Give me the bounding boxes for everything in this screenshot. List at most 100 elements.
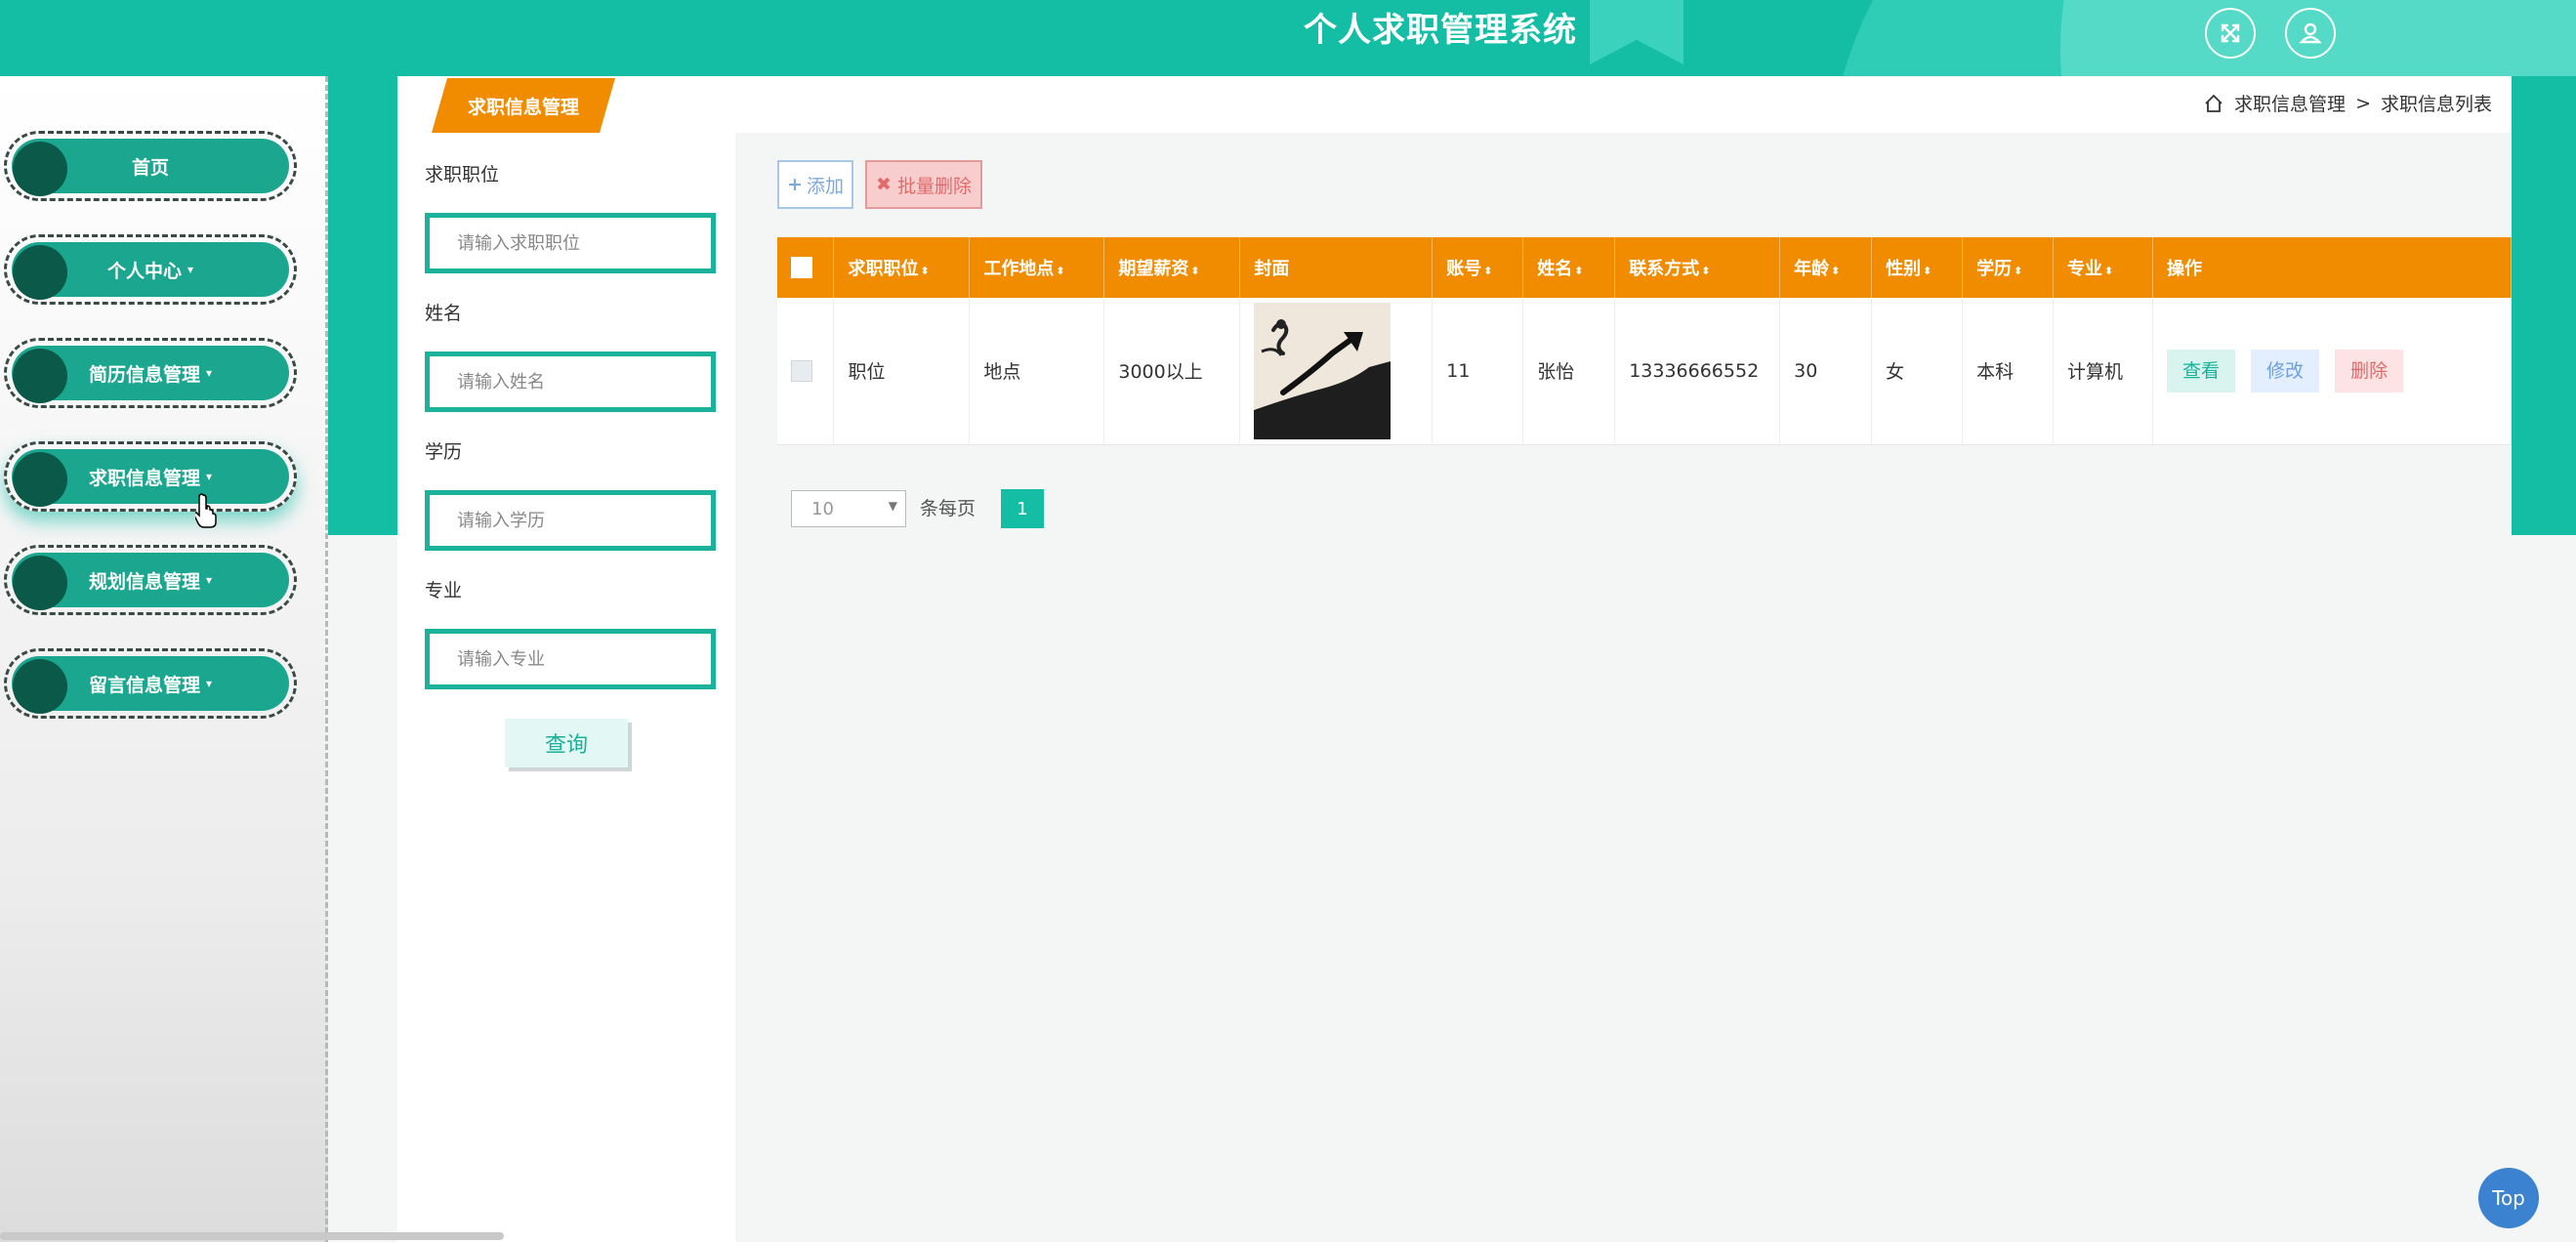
- col-salary[interactable]: 期望薪资 ⬍: [1103, 237, 1241, 298]
- sort-icon[interactable]: ⬍: [920, 265, 929, 277]
- caret-down-icon: ▾: [205, 677, 213, 690]
- cell-major: 计算机: [2053, 298, 2153, 445]
- cell-age: 30: [1779, 298, 1873, 445]
- fullscreen-icon: [2221, 23, 2240, 43]
- cell-gender: 女: [1871, 298, 1964, 445]
- select-all-header[interactable]: [777, 237, 835, 298]
- per-page-label: 条每页: [920, 498, 976, 519]
- sort-icon[interactable]: ⬍: [1574, 265, 1583, 277]
- hand-cursor-icon: [195, 493, 217, 528]
- sort-icon[interactable]: ⬍: [2014, 265, 2022, 277]
- name-input[interactable]: [425, 352, 716, 412]
- edit-button[interactable]: 修改: [2251, 349, 2320, 393]
- add-label: 添加: [806, 175, 844, 197]
- menu-dot: [13, 142, 67, 196]
- sidebar-item-personal-center[interactable]: 个人中心 ▾: [4, 234, 297, 305]
- sidebar-item-messages[interactable]: 留言信息管理 ▾: [4, 648, 297, 719]
- user-button[interactable]: [2285, 8, 2336, 59]
- education-input[interactable]: [425, 490, 716, 551]
- sort-icon[interactable]: ⬍: [1923, 265, 1932, 277]
- col-location[interactable]: 工作地点 ⬍: [969, 237, 1105, 298]
- table-row: 职位 地点 3000以上 11 张怡 13336666552 30 女 本科 计…: [777, 298, 2513, 445]
- major-input[interactable]: [425, 629, 716, 689]
- cell-phone: 13336666552: [1614, 298, 1781, 445]
- select-all-checkbox[interactable]: [791, 257, 812, 278]
- sort-icon[interactable]: ⬍: [1831, 265, 1840, 277]
- cell-position: 职位: [833, 298, 971, 445]
- sort-icon[interactable]: ⬍: [1483, 265, 1492, 277]
- sidebar-item-resume[interactable]: 简历信息管理 ▾: [4, 338, 297, 408]
- cell-account: 11: [1432, 298, 1524, 445]
- row-checkbox[interactable]: [791, 360, 812, 382]
- horizontal-scrollbar[interactable]: [0, 1232, 504, 1240]
- sidebar-item-job-seeking[interactable]: 求职信息管理 ▾: [4, 441, 297, 512]
- sort-icon[interactable]: ⬍: [1190, 265, 1199, 277]
- breadcrumb-current: 求职信息列表: [2380, 94, 2492, 115]
- fullscreen-button[interactable]: [2205, 8, 2256, 59]
- top-header: 个人求职管理系统: [0, 0, 2576, 76]
- sidebar-item-label: 个人中心: [106, 260, 182, 282]
- cell-actions: 查看 修改 删除: [2152, 298, 2513, 445]
- col-position[interactable]: 求职职位 ⬍: [833, 237, 971, 298]
- job-table: 求职职位 ⬍ 工作地点 ⬍ 期望薪资 ⬍ 封面 账号 ⬍ 姓名 ⬍ 联系方式 ⬍ 年龄 ⬍ 性…: [777, 237, 2513, 445]
- sidebar-item-label: 简历信息管理: [88, 363, 200, 386]
- cell-education: 本科: [1962, 298, 2055, 445]
- col-age[interactable]: 年龄 ⬍: [1779, 237, 1873, 298]
- page-size-select[interactable]: 10 ▼: [791, 490, 906, 527]
- breadcrumb-separator: >: [2355, 92, 2371, 114]
- position-input[interactable]: [425, 213, 716, 273]
- batch-delete-label: 批量删除: [896, 175, 972, 197]
- query-button[interactable]: 查询: [505, 719, 628, 767]
- col-actions: 操作: [2152, 237, 2513, 298]
- sort-icon[interactable]: ⬍: [1056, 265, 1064, 277]
- sidebar-item-label: 规划信息管理: [88, 570, 200, 593]
- col-major[interactable]: 专业 ⬍: [2053, 237, 2153, 298]
- batch-delete-button[interactable]: ✖ 批量删除: [865, 160, 982, 209]
- chevron-down-icon: ▼: [888, 499, 897, 513]
- menu-dot: [13, 556, 67, 610]
- col-account[interactable]: 账号 ⬍: [1432, 237, 1524, 298]
- major-label: 专业: [425, 580, 463, 601]
- sidebar-item-label: 首页: [131, 156, 169, 179]
- breadcrumb-root[interactable]: 求职信息管理: [2234, 90, 2346, 116]
- position-label: 求职职位: [425, 164, 500, 186]
- back-to-top-button[interactable]: Top: [2478, 1168, 2539, 1228]
- row-checkbox-cell[interactable]: [777, 298, 835, 445]
- menu-dot: [13, 349, 67, 403]
- breadcrumb: 求职信息管理 > 求职信息列表: [2203, 90, 2492, 116]
- cell-salary: 3000以上: [1103, 298, 1241, 445]
- home-icon[interactable]: [2203, 93, 2224, 114]
- page-tab: 求职信息管理: [432, 78, 615, 133]
- col-education[interactable]: 学历 ⬍: [1962, 237, 2055, 298]
- sort-icon[interactable]: ⬍: [2104, 265, 2113, 277]
- plus-icon: +: [787, 174, 803, 195]
- cell-cover: [1239, 298, 1433, 445]
- close-icon: ✖: [876, 174, 892, 195]
- menu-dot: [13, 245, 67, 300]
- cell-name: 张怡: [1522, 298, 1616, 445]
- col-cover: 封面: [1239, 237, 1433, 298]
- sort-icon[interactable]: ⬍: [1701, 265, 1710, 277]
- view-button[interactable]: 查看: [2166, 349, 2235, 393]
- menu-dot: [13, 659, 67, 714]
- col-gender[interactable]: 性别 ⬍: [1871, 237, 1964, 298]
- page-number-button[interactable]: 1: [1001, 489, 1044, 528]
- caret-down-icon: ▾: [187, 263, 194, 276]
- name-label: 姓名: [425, 303, 463, 324]
- app-title: 个人求职管理系统: [1304, 11, 1577, 50]
- menu-dot: [13, 452, 67, 507]
- delete-button[interactable]: 删除: [2335, 349, 2404, 393]
- page-size-value: 10: [811, 498, 834, 519]
- sidebar-item-home[interactable]: 首页: [4, 131, 297, 201]
- caret-down-icon: ▾: [205, 366, 213, 380]
- add-button[interactable]: + 添加: [777, 160, 853, 209]
- education-label: 学历: [425, 441, 463, 463]
- col-name[interactable]: 姓名 ⬍: [1522, 237, 1616, 298]
- sidebar-item-planning[interactable]: 规划信息管理 ▾: [4, 545, 297, 615]
- sidebar-item-label: 求职信息管理: [88, 467, 200, 489]
- user-icon: [2299, 22, 2322, 44]
- col-phone[interactable]: 联系方式 ⬍: [1614, 237, 1781, 298]
- sidebar-item-label: 留言信息管理: [88, 674, 200, 696]
- caret-down-icon: ▾: [205, 573, 213, 587]
- cover-image[interactable]: [1254, 302, 1392, 439]
